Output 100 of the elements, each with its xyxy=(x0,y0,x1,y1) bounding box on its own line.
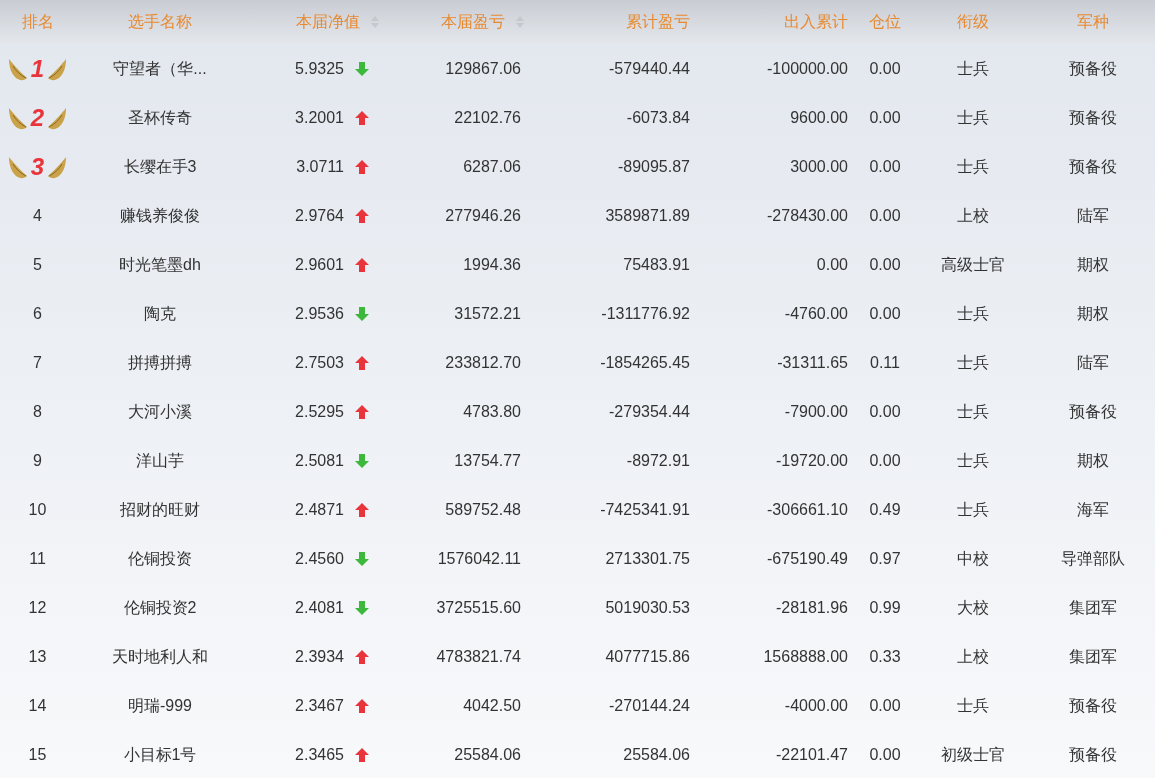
table-cell-text: 士兵 xyxy=(956,107,989,128)
table-cell-text: 0.99 xyxy=(869,597,901,618)
table-cell-text: 2.4560 xyxy=(295,548,344,569)
table-cell-text: 25584.06 xyxy=(623,744,690,765)
sort-icon[interactable] xyxy=(370,15,380,29)
column-header: 排名 xyxy=(21,12,54,32)
rank-number: 13 xyxy=(28,646,47,667)
rank-number: 12 xyxy=(28,597,47,618)
table-cell-text: -19720.00 xyxy=(775,450,848,471)
table-cell-text: 2.3934 xyxy=(295,646,344,667)
table-cell-text: 预备役 xyxy=(1068,58,1117,79)
column-header: 出入累计 xyxy=(784,12,848,32)
rank-badge: 2 xyxy=(6,104,69,131)
table-cell-text: 预备役 xyxy=(1068,107,1117,128)
table-cell-text: -1311776.92 xyxy=(601,303,690,324)
table-cell-text: 伦铜投资 xyxy=(128,548,192,569)
rank-number: 5 xyxy=(33,254,42,275)
table-cell-text: -675190.49 xyxy=(767,548,848,569)
table-cell-text: 长缨在手3 xyxy=(123,156,197,177)
table-cell-text: 3.2001 xyxy=(295,107,344,128)
rank-number: 6 xyxy=(33,303,42,324)
table-cell-text: 陆军 xyxy=(1076,352,1109,373)
table-cell-text: -6073.84 xyxy=(626,107,690,128)
table-cell-text: 1994.36 xyxy=(463,254,521,275)
table-cell-text: 招财的旺财 xyxy=(120,499,200,520)
table-cell-text: 士兵 xyxy=(956,450,989,471)
table-cell-text: 士兵 xyxy=(956,58,989,79)
table-cell-text: 初级士官 xyxy=(940,744,1005,765)
table-cell-text: -579440.44 xyxy=(609,58,690,79)
table-cell-text: 25584.06 xyxy=(454,744,521,765)
table-cell-text: 集团军 xyxy=(1068,597,1117,618)
column-header: 军种 xyxy=(1076,12,1109,32)
table-cell-text: 伦铜投资2 xyxy=(123,597,197,618)
table-cell-text: 2.9764 xyxy=(295,205,344,226)
table-cell-text: 0.11 xyxy=(870,352,900,373)
table-cell-text: 3000.00 xyxy=(790,156,848,177)
table-cell-text: 4783.80 xyxy=(463,401,521,422)
table-cell-text: -8972.91 xyxy=(626,450,690,471)
table-cell-text: 上校 xyxy=(956,205,989,226)
column-header[interactable]: 本届盈亏 xyxy=(441,10,525,34)
table-cell-text: 士兵 xyxy=(956,303,989,324)
table-cell-text: 233812.70 xyxy=(445,352,521,373)
rank-number: 14 xyxy=(28,695,47,716)
table-cell-text: -4000.00 xyxy=(784,695,848,716)
table-cell-text: -100000.00 xyxy=(767,58,848,79)
table-cell-text: 中校 xyxy=(956,548,989,569)
table-cell-text: 0.00 xyxy=(869,254,901,275)
table-cell-text: 3589871.89 xyxy=(605,205,690,226)
table-cell-text: 1576042.11 xyxy=(437,548,521,569)
table-cell-text: -89095.87 xyxy=(617,156,690,177)
table-cell-text: 圣杯传奇 xyxy=(128,107,192,128)
sort-icon[interactable] xyxy=(515,15,525,29)
table-cell-text: 22102.76 xyxy=(454,107,521,128)
table-cell-text: 31572.21 xyxy=(454,303,521,324)
table-cell-text: 天时地利人和 xyxy=(112,646,208,667)
table-cell-text: 2.4081 xyxy=(295,597,344,618)
column-header: 衔级 xyxy=(956,12,989,32)
table-cell-text: 589752.48 xyxy=(445,499,521,520)
table-cell-text: 期权 xyxy=(1076,450,1109,471)
table-cell-text: 集团军 xyxy=(1068,646,1117,667)
table-cell-text: 2.9536 xyxy=(295,303,344,324)
table-cell-text: 明瑞-999 xyxy=(128,695,192,716)
table-cell-text: 2.3467 xyxy=(295,695,344,716)
table-cell-text: -279354.44 xyxy=(609,401,690,422)
table-cell-text: 6287.06 xyxy=(463,156,521,177)
table-cell-text: 士兵 xyxy=(956,352,989,373)
table-cell-text: 3725515.60 xyxy=(436,597,521,618)
table-cell-text: 预备役 xyxy=(1068,401,1117,422)
table-cell-text: -270144.24 xyxy=(609,695,690,716)
table-cell-text: -7425341.91 xyxy=(600,499,690,520)
table-cell-text: 0.33 xyxy=(869,646,901,667)
table-cell-text: 0.00 xyxy=(816,254,848,275)
table-cell-text: 0.00 xyxy=(869,156,901,177)
table-cell-text: 陶克 xyxy=(144,303,176,324)
rank-number: 10 xyxy=(28,499,47,520)
table-cell-text: 陆军 xyxy=(1076,205,1109,226)
table-cell-text: -22101.47 xyxy=(775,744,848,765)
table-cell-text: 0.00 xyxy=(869,695,901,716)
rank-badge: 3 xyxy=(6,153,69,180)
rank-number: 7 xyxy=(33,352,42,373)
rank-number: 15 xyxy=(28,744,47,765)
table-cell-text: 2.4871 xyxy=(295,499,344,520)
table-cell-text: 0.00 xyxy=(869,450,901,471)
table-cell-text: 导弹部队 xyxy=(1060,548,1125,569)
column-header[interactable]: 本届净值 xyxy=(296,10,380,34)
column-header: 累计盈亏 xyxy=(626,12,690,32)
table-cell-text: 2.3465 xyxy=(295,744,344,765)
rank-number: 11 xyxy=(29,548,46,569)
table-cell-text: 129867.06 xyxy=(445,58,521,79)
table-cell-text: 4783821.74 xyxy=(436,646,521,667)
table-cell-text: 时光笔墨dh xyxy=(119,254,201,275)
table-cell-text: 士兵 xyxy=(956,156,989,177)
table-cell-text: 2.7503 xyxy=(295,352,344,373)
table-cell-text: -278430.00 xyxy=(767,205,848,226)
table-cell-text: 预备役 xyxy=(1068,695,1117,716)
table-cell-text: -1854265.45 xyxy=(600,352,690,373)
table-cell-text: 小目标1号 xyxy=(123,744,197,765)
table-cell-text: -28181.96 xyxy=(775,597,848,618)
table-cell-text: 0.00 xyxy=(869,303,901,324)
table-cell-text: 13754.77 xyxy=(454,450,521,471)
